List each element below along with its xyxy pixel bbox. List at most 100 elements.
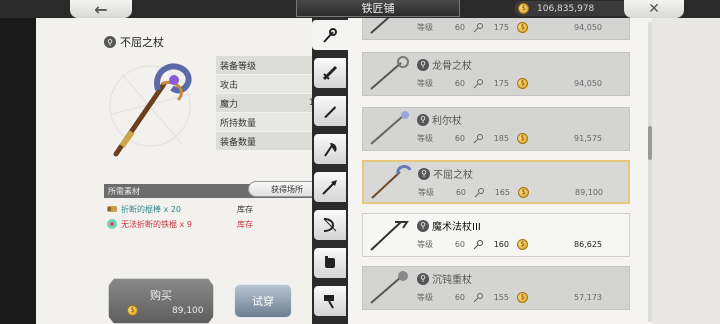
magic-value: 175: [493, 23, 509, 32]
weapon-thumbnail: [370, 18, 390, 34]
weapon-list: 等级 60 175 $ 94,050 ⚲ 龙骨之杖 等级 60 175 $ 94…: [348, 18, 652, 324]
gold-coin-icon: $: [517, 22, 528, 33]
magic-stat-icon: [474, 187, 484, 197]
close-x-icon: ✕: [648, 1, 660, 17]
hammer-icon: [324, 295, 334, 309]
weapon-stats: 等级 60 185 $ 91,575: [417, 133, 602, 144]
iron-rod-material-icon: [107, 219, 117, 229]
buy-label: 购买: [150, 289, 172, 302]
weapon-card-selected[interactable]: ⚲ 不屈之杖 等级 60 165 $ 89,100: [362, 160, 630, 204]
weapon-name: ⚲ 不屈之杖: [418, 166, 473, 181]
gold-counter: $ 106,835,978: [514, 1, 632, 16]
gold-coin-icon: $: [518, 3, 529, 14]
magic-stat-icon: [473, 78, 483, 88]
back-arrow-icon: ←: [94, 0, 108, 19]
tab-bow[interactable]: [314, 210, 346, 240]
gold-coin-icon: $: [517, 133, 528, 144]
weapon-card[interactable]: ⚲ 利尔杖 等级 60 185 $ 91,575: [362, 107, 630, 151]
magic-value: 160: [493, 240, 509, 249]
weapon-thumbnail: [370, 56, 409, 90]
gold-coin-icon: $: [518, 187, 529, 198]
weapon-card[interactable]: ⚲ 龙骨之杖 等级 60 175 $ 94,050: [362, 52, 630, 96]
stock-label: 库存: [237, 204, 253, 214]
staff-type-icon: ⚲: [417, 219, 429, 232]
weapon-stats: 等级 60 155 $ 57,173: [417, 292, 602, 303]
try-on-button[interactable]: 试穿: [234, 284, 292, 318]
level-label: 等级: [417, 134, 433, 143]
staff-type-icon: ⚲: [417, 113, 429, 126]
magic-value: 175: [493, 79, 509, 88]
price-value: 91,575: [574, 134, 602, 143]
stat-label: 魔力: [220, 99, 239, 110]
item-name: 不屈之杖: [120, 36, 164, 49]
level-value: 60: [454, 79, 465, 88]
price-value: 89,100: [575, 188, 603, 197]
page-title: 铁匠铺: [296, 0, 460, 17]
weapon-category-tabs: [312, 18, 348, 324]
axe-icon: [324, 143, 337, 157]
price-value: 94,050: [574, 79, 602, 88]
level-label: 等级: [417, 240, 433, 249]
weapon-thumbnail: [371, 165, 412, 199]
stat-label: 所持数量: [220, 118, 257, 129]
tab-sword[interactable]: [314, 58, 346, 88]
stat-label: 装备等级: [220, 61, 257, 72]
level-value: 60: [454, 293, 465, 302]
weapon-card[interactable]: 等级 60 175 $ 94,050: [362, 18, 630, 40]
tab-hammer[interactable]: [314, 286, 346, 316]
gold-coin-icon: $: [517, 78, 528, 89]
material-name: 无法折断的铁棍 x 9: [121, 219, 192, 229]
weapon-card-owned[interactable]: ⚲ 魔术法杖III 等级 60 160 $ 86,625: [362, 213, 630, 257]
staff-type-icon: ⚲: [418, 167, 430, 180]
dagger-icon: [324, 106, 336, 118]
magic-stat-icon: [473, 292, 483, 302]
gold-amount: 106,835,978: [537, 3, 595, 14]
tab-staff[interactable]: [312, 20, 348, 50]
weapon-stats: 等级 60 160 $ 86,625: [417, 239, 602, 250]
weapon-card[interactable]: ⚲ 沉钝重杖 等级 60 155 $ 57,173: [362, 266, 630, 310]
level-label: 等级: [417, 79, 433, 88]
tab-spear[interactable]: [314, 172, 346, 202]
stat-label: 装备数量: [220, 137, 257, 148]
stat-label: 攻击: [220, 80, 239, 91]
weapon-thumbnail: [370, 221, 409, 251]
weapon-stats: 等级 60 165 $ 89,100: [418, 187, 603, 198]
buy-price: $ 89,100: [127, 305, 204, 316]
weapon-thumbnail: [370, 111, 409, 145]
stock-label: 库存: [237, 219, 253, 229]
price-value: 94,050: [574, 23, 602, 32]
bow-icon: [323, 218, 337, 232]
magic-value: 165: [494, 188, 510, 197]
tab-dagger[interactable]: [314, 96, 346, 126]
tab-axe[interactable]: [314, 134, 346, 164]
gold-coin-icon: $: [127, 305, 138, 316]
level-value: 60: [454, 240, 465, 249]
weapon-stats: 等级 60 175 $ 94,050: [417, 78, 602, 89]
buy-price-value: 89,100: [172, 305, 204, 316]
material-name: 折断的棍棒 x 20: [121, 204, 181, 214]
staff-type-icon: ⚲: [417, 272, 429, 285]
staff-type-icon: ⚲: [417, 58, 429, 71]
item-detail-panel: ⚲ 不屈之杖 装备等级60 攻击20 魔力165 所持数量1 装备数量0 所需素…: [36, 18, 330, 324]
magic-stat-icon: [473, 133, 483, 143]
price-value: 57,173: [574, 293, 602, 302]
weapon-stats: 等级 60 175 $ 94,050: [417, 22, 602, 33]
buy-button[interactable]: 购买 $ 89,100: [108, 278, 214, 324]
spear-icon: [322, 180, 337, 195]
close-button[interactable]: ✕: [624, 0, 684, 18]
material-row: 折断的棍棒 x 20 库存 388: [104, 202, 330, 216]
weapon-thumbnail: [370, 271, 408, 304]
back-button[interactable]: ←: [70, 0, 132, 19]
weapon-name: ⚲ 魔术法杖III: [417, 218, 481, 233]
material-row: 无法折断的铁棍 x 9 库存 6: [104, 217, 330, 231]
gold-coin-icon: $: [517, 292, 528, 303]
magic-value: 185: [493, 134, 509, 143]
tab-gauntlet[interactable]: [314, 248, 346, 278]
magic-stat-icon: [473, 239, 483, 249]
level-label: 等级: [417, 293, 433, 302]
gold-coin-icon: $: [517, 239, 528, 250]
weapon-name: ⚲ 龙骨之杖: [417, 57, 472, 72]
club-material-icon: [107, 206, 117, 212]
item-title: ⚲ 不屈之杖: [104, 34, 164, 50]
magic-value: 155: [493, 293, 509, 302]
